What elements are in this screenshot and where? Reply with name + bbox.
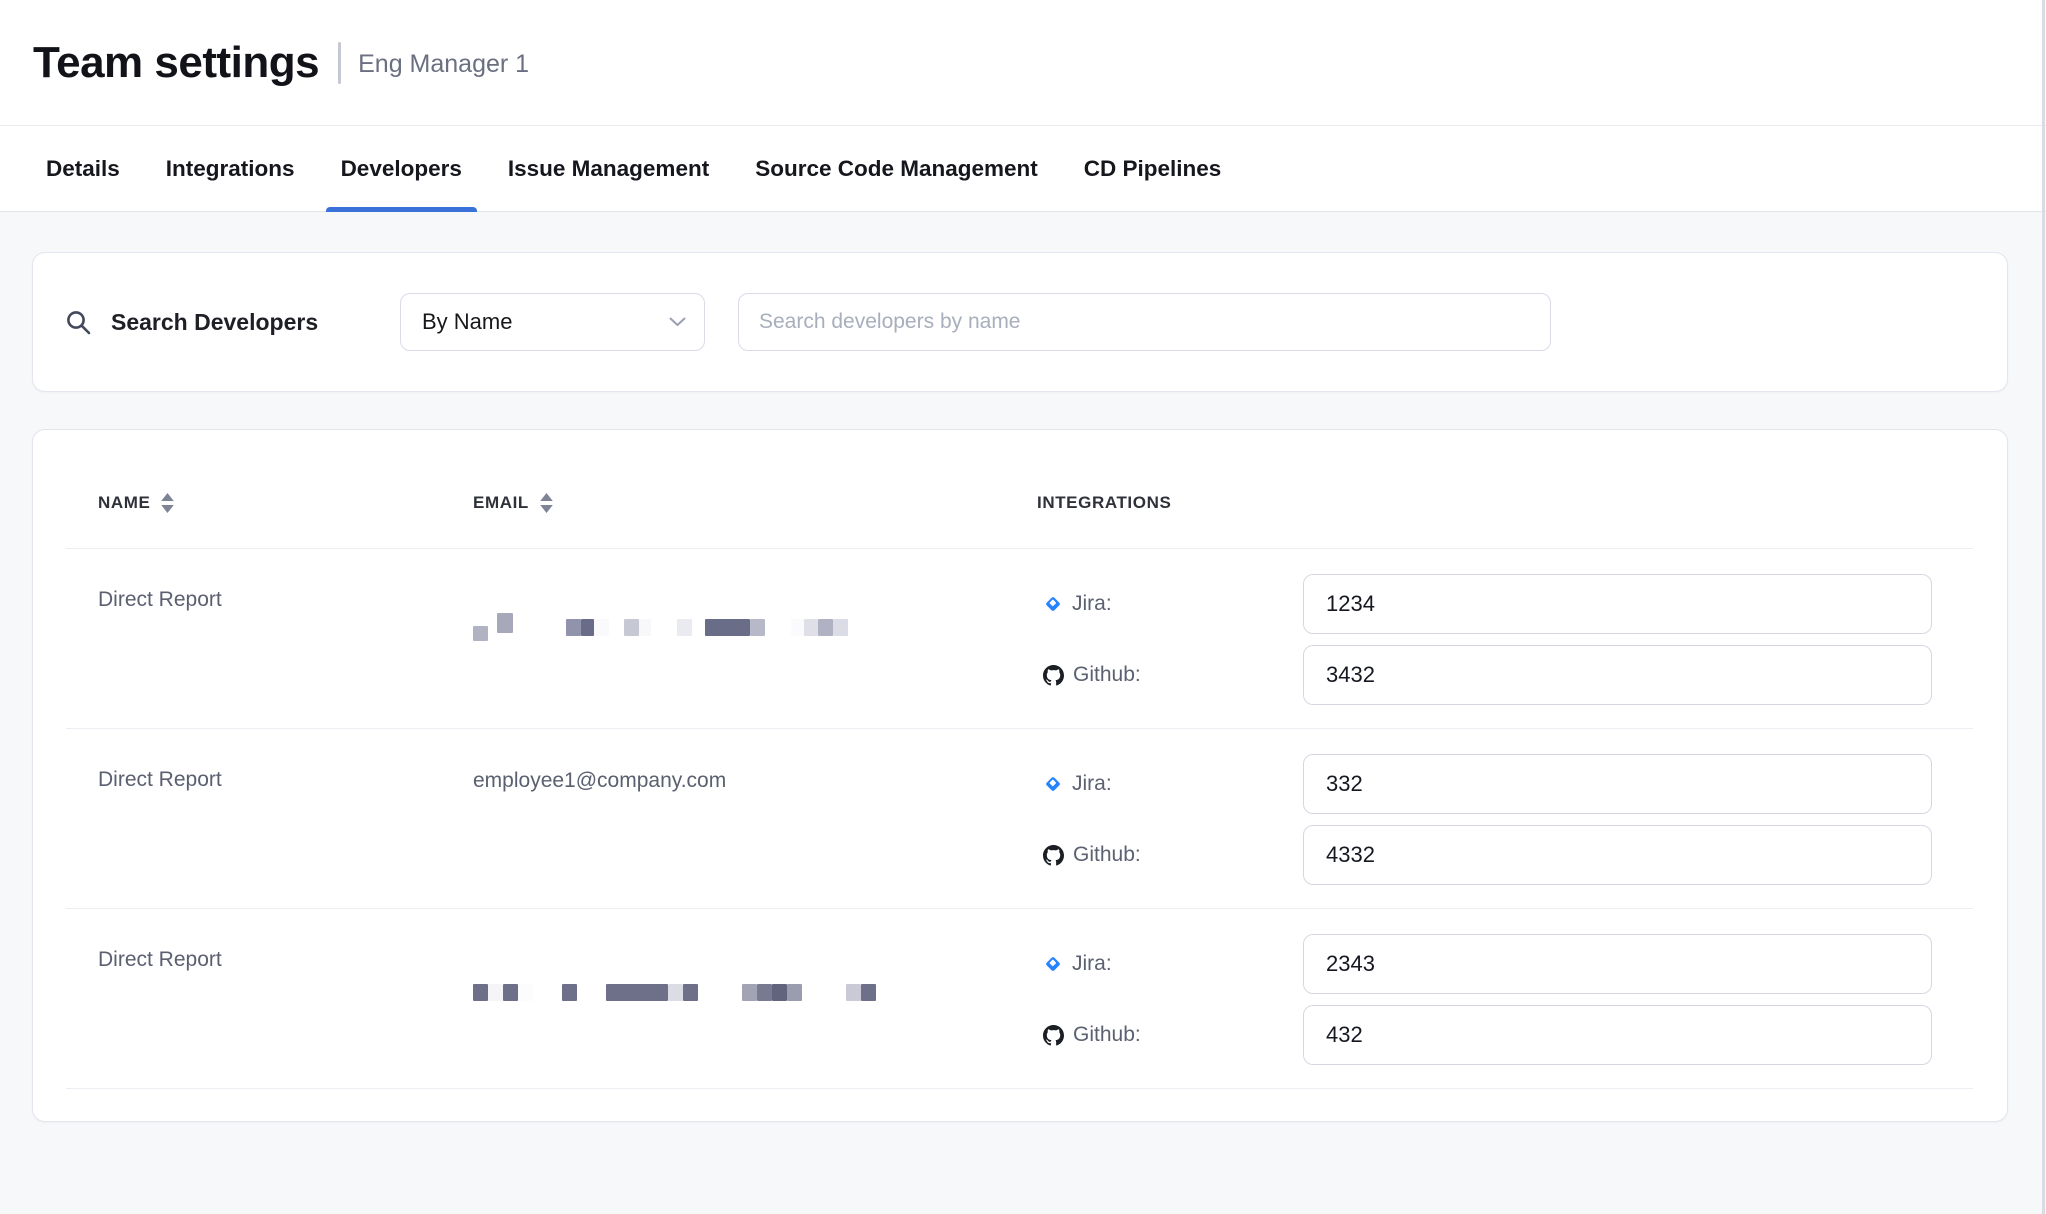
github-label-text: Github: [1073,843,1141,867]
title-divider [338,42,341,84]
developer-integrations: Jira: Github: [1037,549,1973,728]
redacted-email [473,949,1037,1001]
tab-details[interactable]: Details [23,126,143,211]
window-scrollbar-edge [2042,0,2045,1214]
tab-bar: Details Integrations Developers Issue Ma… [0,126,2046,212]
table-row: Direct Report Jira: [66,549,1973,729]
column-header-email: EMAIL [473,493,1037,513]
column-header-email-label: EMAIL [473,493,529,513]
table-header-row: NAME EMAIL INTEGRATIONS [66,430,1973,549]
github-id-input[interactable] [1303,1005,1932,1065]
table-row: Direct Report Jira: [66,909,1973,1089]
search-filter-value: By Name [422,309,512,335]
column-header-integrations: INTEGRATIONS [1037,493,1973,513]
developers-table: NAME EMAIL INTEGRATIONS Direct Report [32,429,2008,1122]
developer-name: Direct Report [66,909,473,1088]
jira-icon [1043,594,1063,614]
developer-email [473,549,1037,728]
developer-email: employee1@company.com [473,729,1037,908]
developer-integrations: Jira: Github: [1037,909,1973,1088]
developer-name: Direct Report [66,549,473,728]
github-label-text: Github: [1073,1023,1141,1047]
redacted-email [473,589,1037,639]
jira-label-text: Jira: [1072,772,1112,796]
github-id-input[interactable] [1303,645,1932,705]
search-input[interactable] [738,293,1551,351]
jira-id-input[interactable] [1303,934,1932,994]
github-label: Github: [1037,663,1303,687]
github-id-input[interactable] [1303,825,1932,885]
tab-cd-pipelines[interactable]: CD Pipelines [1061,126,1245,211]
search-developers-label: Search Developers [111,309,368,336]
column-header-integrations-label: INTEGRATIONS [1037,493,1171,513]
developer-integrations: Jira: Github: [1037,729,1973,908]
jira-icon [1043,954,1063,974]
column-header-name: NAME [66,493,473,513]
search-icon [65,309,91,335]
page-header: Team settings Eng Manager 1 [0,0,2046,126]
page-title: Team settings [33,38,319,88]
search-filter-select[interactable]: By Name [400,293,705,351]
column-header-name-label: NAME [98,493,150,513]
table-row: Direct Report employee1@company.com Jira… [66,729,1973,909]
tab-issue-management[interactable]: Issue Management [485,126,732,211]
sort-email-button[interactable] [539,493,554,513]
github-icon [1043,665,1064,686]
tab-integrations[interactable]: Integrations [143,126,318,211]
jira-label-text: Jira: [1072,592,1112,616]
github-label: Github: [1037,843,1303,867]
jira-icon [1043,774,1063,794]
github-label: Github: [1037,1023,1303,1047]
github-label-text: Github: [1073,663,1141,687]
search-panel: Search Developers By Name [32,252,2008,392]
github-icon [1043,1025,1064,1046]
github-icon [1043,845,1064,866]
jira-label: Jira: [1037,592,1303,616]
email-text: employee1@company.com [473,769,726,792]
chevron-down-icon [669,317,686,327]
sort-name-button[interactable] [160,493,175,513]
tab-source-code-management[interactable]: Source Code Management [732,126,1061,211]
tab-developers[interactable]: Developers [318,126,485,211]
jira-label: Jira: [1037,772,1303,796]
jira-label-text: Jira: [1072,952,1112,976]
jira-id-input[interactable] [1303,574,1932,634]
developer-email [473,909,1037,1088]
jira-label: Jira: [1037,952,1303,976]
team-name: Eng Manager 1 [358,46,529,79]
developer-name: Direct Report [66,729,473,908]
jira-id-input[interactable] [1303,754,1932,814]
